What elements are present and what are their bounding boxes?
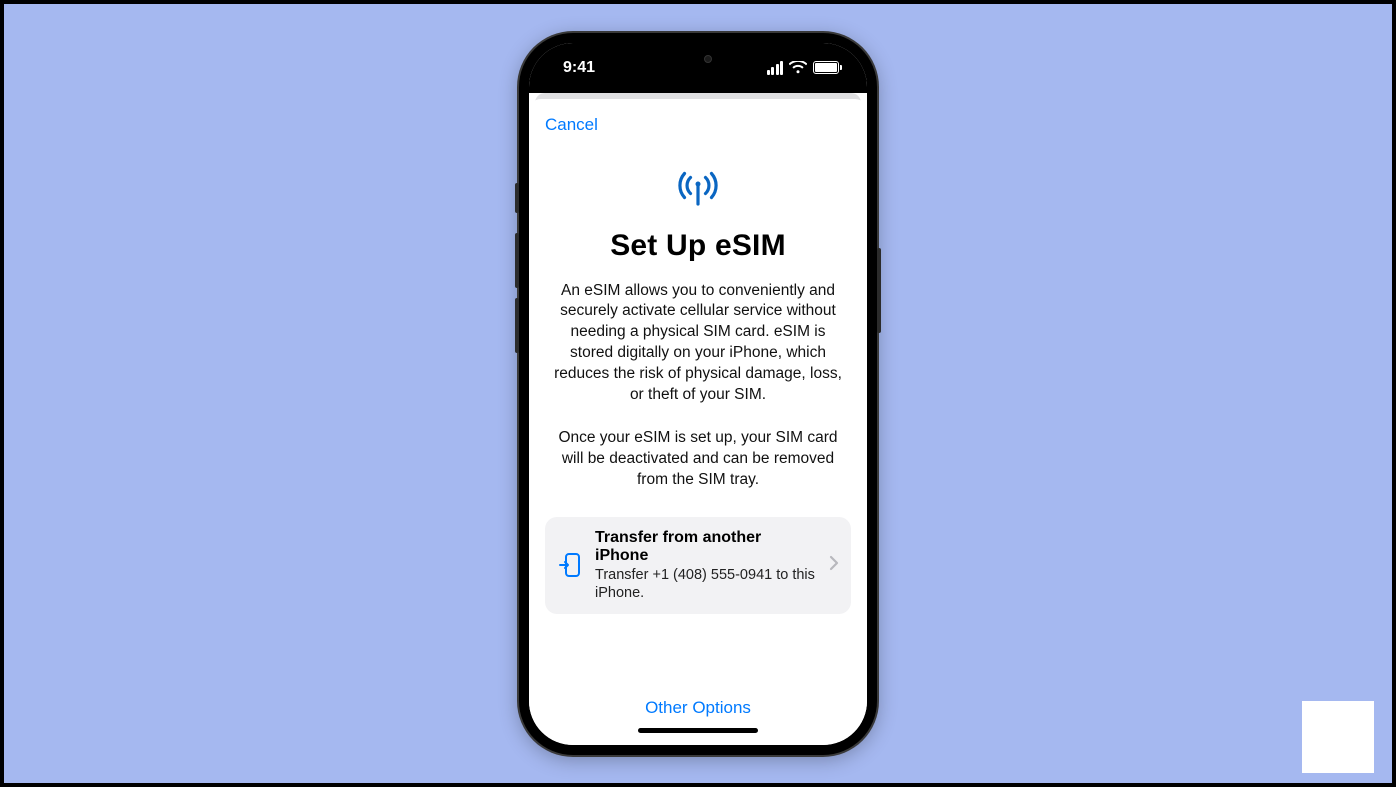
cellular-broadcast-icon — [673, 171, 723, 211]
status-bar: 9:41 — [529, 43, 867, 93]
option-title: Transfer from another iPhone — [595, 529, 817, 565]
modal-sheet: Cancel Set Up eSIM An eSIM allows you to… — [529, 99, 867, 745]
status-right — [767, 61, 840, 75]
cellular-signal-icon — [767, 61, 784, 75]
battery-icon — [813, 61, 839, 74]
status-time: 9:41 — [563, 59, 595, 77]
notch — [633, 43, 763, 75]
transfer-from-iphone-option[interactable]: Transfer from another iPhone Transfer +1… — [545, 517, 851, 614]
screen: 9:41 Cancel — [529, 43, 867, 745]
option-subtitle: Transfer +1 (408) 555-0941 to this iPhon… — [595, 566, 817, 602]
wifi-icon — [789, 61, 807, 74]
volume-up-button — [515, 233, 519, 288]
page-description-2: Once your eSIM is set up, your SIM card … — [545, 428, 851, 491]
home-indicator[interactable] — [638, 728, 758, 733]
corner-overlay — [1302, 701, 1374, 773]
front-camera — [704, 55, 712, 63]
option-text: Transfer from another iPhone Transfer +1… — [595, 529, 817, 602]
page-title: Set Up eSIM — [545, 229, 851, 263]
cancel-button[interactable]: Cancel — [545, 113, 598, 137]
mute-switch — [515, 183, 519, 213]
iphone-device-frame: 9:41 Cancel — [519, 33, 877, 755]
other-options-button[interactable]: Other Options — [545, 688, 851, 722]
chevron-right-icon — [829, 555, 839, 576]
side-button — [877, 248, 881, 333]
page-description-1: An eSIM allows you to conveniently and s… — [545, 281, 851, 407]
volume-down-button — [515, 298, 519, 353]
transfer-phone-icon — [557, 552, 583, 578]
